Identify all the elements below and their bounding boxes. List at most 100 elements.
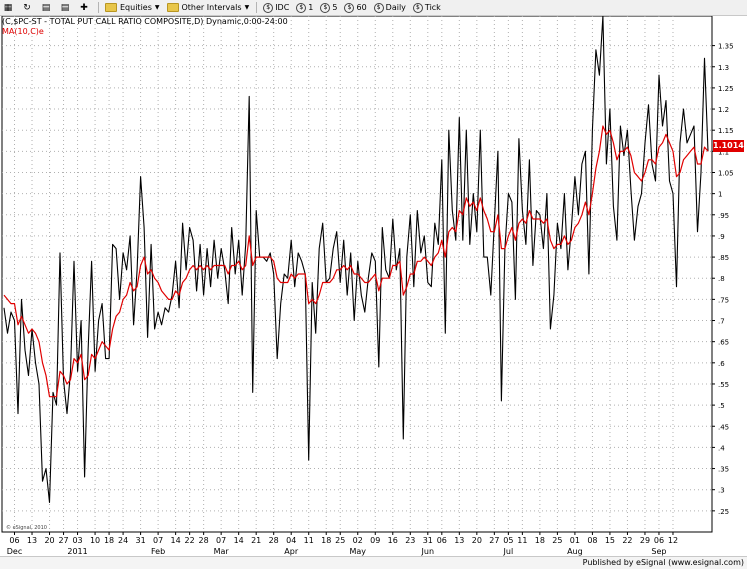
page-icon: ▤ — [41, 2, 51, 13]
x-period-label: Jul — [503, 547, 514, 556]
ma-legend-label: MA(10,C)e — [2, 27, 44, 36]
y-tick-label: .65 — [718, 339, 729, 347]
x-tick-label: 12 — [668, 536, 678, 545]
x-tick-label: 21 — [251, 536, 261, 545]
x-period-label: Aug — [567, 547, 583, 556]
toolbar-plus-button[interactable]: ✚ — [76, 1, 94, 14]
x-tick-label: 16 — [388, 536, 398, 545]
toolbar-button-label: Tick — [424, 3, 441, 12]
x-tick-label: 07 — [153, 536, 163, 545]
x-tick-label: 29 — [640, 536, 650, 545]
x-tick-label: 06 — [437, 536, 447, 545]
circle-icon: $ — [296, 2, 307, 13]
refresh-icon: ↻ — [23, 2, 31, 13]
toolbar-separator — [256, 2, 258, 13]
x-period-label: Mar — [214, 547, 230, 556]
last-price-badge: 1.10147 — [713, 140, 747, 152]
x-tick-label: 24 — [118, 536, 128, 545]
circle-icon: $ — [320, 2, 331, 13]
x-tick-label: 11 — [304, 536, 314, 545]
x-tick-label: 25 — [335, 536, 345, 545]
y-tick-label: .7 — [718, 318, 725, 326]
toolbar-refresh-button[interactable]: ↻ — [19, 1, 37, 14]
toolbar-tick-button[interactable]: $ Tick — [410, 1, 444, 14]
x-tick-label: 27 — [489, 536, 499, 545]
x-tick-label: 31 — [136, 536, 146, 545]
toolbar-button-label: 60 — [356, 3, 367, 12]
circle-icon: $ — [344, 2, 355, 13]
status-bar: Published by eSignal (www.esignal.com) — [0, 556, 747, 569]
folder-icon — [105, 3, 117, 12]
toolbar: ▦ ↻ ▤ ▤ ✚ Equities ▼ Other Intervals ▼ $ IDC $1 $5 $6… — [0, 0, 747, 16]
x-tick-label: 18 — [535, 536, 545, 545]
grid-icon: ▦ — [3, 2, 13, 13]
x-period-label: Apr — [284, 547, 299, 556]
x-period-label: Dec — [7, 547, 22, 556]
x-tick-label: 03 — [72, 536, 82, 545]
x-period-label: May — [349, 547, 366, 556]
toolbar-other-intervals-button[interactable]: Other Intervals ▼ — [164, 1, 253, 14]
chevron-down-icon: ▼ — [244, 4, 250, 11]
x-tick-label: 14 — [171, 536, 181, 545]
toolbar-idc-button[interactable]: $ IDC — [260, 1, 292, 14]
x-tick-label: 01 — [570, 536, 580, 545]
x-tick-label: 14 — [234, 536, 244, 545]
published-by-text: Published by eSignal (www.esignal.com) — [582, 558, 744, 567]
y-tick-label: 1.35 — [718, 43, 734, 51]
x-tick-label: 23 — [405, 536, 415, 545]
x-tick-label: 27 — [58, 536, 68, 545]
toolbar-separator — [98, 2, 99, 13]
x-tick-label: 22 — [622, 536, 632, 545]
y-tick-label: .75 — [718, 296, 729, 304]
y-tick-label: .25 — [718, 508, 729, 516]
toolbar-button-label: 5 — [332, 3, 338, 12]
circle-icon: $ — [373, 2, 384, 13]
y-tick-label: 1 — [718, 191, 722, 199]
toolbar-grid-button[interactable]: ▦ — [0, 1, 18, 14]
plus-icon: ✚ — [80, 2, 88, 13]
x-tick-label: 15 — [605, 536, 615, 545]
toolbar-button-label: Equities — [120, 3, 152, 12]
y-tick-label: .35 — [718, 466, 729, 474]
folder-icon — [166, 3, 179, 12]
x-period-label: 2011 — [67, 547, 87, 556]
x-period-label: Sep — [651, 547, 666, 556]
toolbar-5-button[interactable]: $5 — [317, 1, 340, 14]
toolbar-page-button[interactable]: ▤ — [38, 1, 56, 14]
x-tick-label: 11 — [517, 536, 527, 545]
chevron-down-icon: ▼ — [154, 4, 160, 11]
x-tick-label: 25 — [552, 536, 562, 545]
y-tick-label: 1.25 — [718, 85, 734, 93]
page-icon: ▤ — [60, 2, 70, 13]
toolbar-button-label: Other Intervals — [181, 3, 242, 12]
y-tick-label: .5 — [718, 402, 725, 410]
toolbar-daily-button[interactable]: $ Daily — [371, 1, 409, 14]
toolbar-60-button[interactable]: $60 — [341, 1, 369, 14]
y-tick-label: .6 — [718, 360, 725, 368]
x-tick-label: 22 — [185, 536, 195, 545]
y-tick-label: .3 — [718, 487, 725, 495]
toolbar-page-button[interactable]: ▤ — [57, 1, 75, 14]
y-tick-label: .4 — [718, 444, 725, 452]
circle-icon: $ — [412, 2, 423, 13]
toolbar-button-label: IDC — [275, 3, 290, 12]
x-tick-label: 10 — [90, 536, 100, 545]
y-tick-label: 1.05 — [718, 169, 734, 177]
x-tick-label: 06 — [654, 536, 664, 545]
y-tick-label: .85 — [718, 254, 729, 262]
toolbar-button-label: 1 — [308, 3, 314, 12]
toolbar-1-button[interactable]: $1 — [293, 1, 316, 14]
y-tick-label: .45 — [718, 423, 729, 431]
x-tick-label: 05 — [503, 536, 513, 545]
y-tick-label: .8 — [718, 275, 725, 283]
x-tick-label: 28 — [269, 536, 279, 545]
x-tick-label: 09 — [370, 536, 380, 545]
y-tick-label: .95 — [718, 212, 729, 220]
y-tick-label: .9 — [718, 233, 725, 241]
x-tick-label: 13 — [454, 536, 464, 545]
x-tick-label: 31 — [423, 536, 433, 545]
x-period-label: Feb — [151, 547, 165, 556]
toolbar-equities-button[interactable]: Equities ▼ — [102, 1, 163, 14]
x-tick-label: 13 — [27, 536, 37, 545]
y-tick-label: 1.15 — [718, 127, 734, 135]
